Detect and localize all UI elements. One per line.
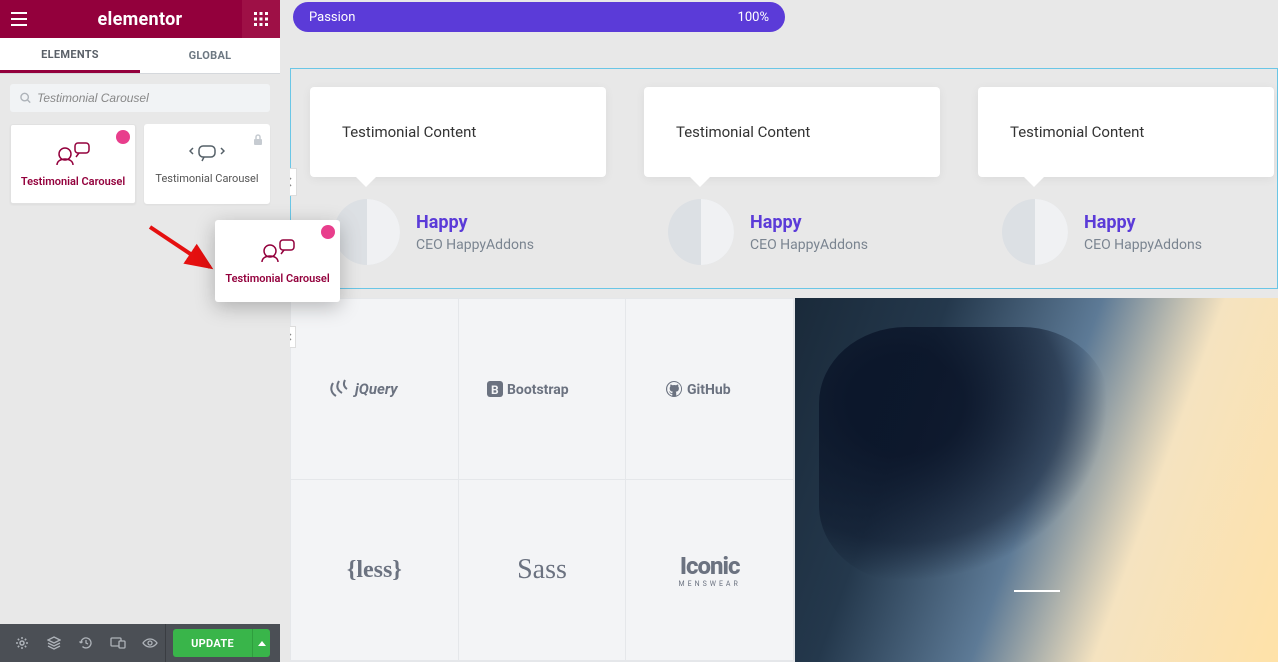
testimonial-carousel-icon xyxy=(55,141,91,167)
testimonial-role: CEO HappyAddons xyxy=(416,237,534,253)
logo-text: Iconic xyxy=(679,552,741,580)
testimonial-item: Testimonial Content Happy CEO HappyAddon… xyxy=(978,87,1274,265)
testimonial-content: Testimonial Content xyxy=(1010,123,1144,141)
widget-dragging-clone[interactable]: Testimonial Carousel xyxy=(215,220,340,302)
settings-button[interactable] xyxy=(6,624,38,662)
tab-global[interactable]: GLOBAL xyxy=(140,38,280,73)
svg-text:Bootstrap: Bootstrap xyxy=(507,382,569,398)
editor-sidebar: elementor ELEMENTS GLOBAL Testimonial Ca… xyxy=(0,0,280,662)
svg-text:GitHub: GitHub xyxy=(687,382,731,398)
avatar xyxy=(334,199,400,265)
svg-text:jQuery: jQuery xyxy=(353,380,398,398)
lock-icon xyxy=(253,131,263,150)
logo-github: GitHub xyxy=(626,299,794,480)
caret-up-icon xyxy=(258,641,266,646)
testimonial-role: CEO HappyAddons xyxy=(750,237,868,253)
testimonial-carousel-icon xyxy=(260,238,296,264)
logo-less: {less} xyxy=(291,480,459,661)
sidebar-footer: UPDATE xyxy=(0,624,280,662)
testimonial-name: Happy xyxy=(416,212,534,233)
testimonial-item: Testimonial Content Happy CEO HappyAddon… xyxy=(310,87,606,265)
responsive-icon xyxy=(110,637,126,649)
apps-grid-button[interactable] xyxy=(242,0,280,38)
search-input[interactable] xyxy=(37,91,260,105)
preview-pane: Passion 100% Testimonial Content Happy C… xyxy=(290,0,1278,662)
collapse-sidebar-button-2[interactable] xyxy=(290,326,296,348)
testimonial-person: Happy CEO HappyAddons xyxy=(334,199,606,265)
sidebar-body: Testimonial Carousel Testimonial Carouse… xyxy=(0,74,280,662)
hero-accent-line xyxy=(1014,590,1060,592)
apps-grid-icon xyxy=(254,12,268,26)
update-options-button[interactable] xyxy=(252,629,270,657)
testimonial-person: Happy CEO HappyAddons xyxy=(668,199,940,265)
testimonial-person: Happy CEO HappyAddons xyxy=(1002,199,1274,265)
collapse-sidebar-button[interactable] xyxy=(290,168,297,196)
sidebar-tabs: ELEMENTS GLOBAL xyxy=(0,38,280,74)
widget-search[interactable] xyxy=(10,84,270,112)
testimonial-role: CEO HappyAddons xyxy=(1084,237,1202,253)
logo-subtext: MENSWEAR xyxy=(679,580,741,588)
testimonial-name: Happy xyxy=(1084,212,1202,233)
avatar xyxy=(1002,199,1068,265)
chevron-left-icon xyxy=(290,177,292,187)
progress-label: Passion xyxy=(309,10,355,25)
widget-label: Testimonial Carousel xyxy=(225,272,329,285)
testimonial-item: Testimonial Content Happy CEO HappyAddon… xyxy=(644,87,940,265)
widget-testimonial-carousel-happy[interactable]: Testimonial Carousel xyxy=(10,124,136,204)
history-icon xyxy=(79,636,93,650)
logo-text: Sass xyxy=(517,554,567,586)
testimonial-content: Testimonial Content xyxy=(342,123,476,141)
testimonial-name: Happy xyxy=(750,212,868,233)
widget-label: Testimonial Carousel xyxy=(155,172,258,185)
testimonial-card: Testimonial Content xyxy=(978,87,1274,177)
tab-elements[interactable]: ELEMENTS xyxy=(0,38,140,73)
svg-text:B: B xyxy=(491,383,499,397)
testimonial-card: Testimonial Content xyxy=(644,87,940,177)
logo-grid: jQuery B Bootstrap GitHub {less} Sass Ico… xyxy=(290,298,795,662)
logo-section: jQuery B Bootstrap GitHub {less} Sass Ico… xyxy=(290,298,1278,662)
testimonial-card: Testimonial Content xyxy=(310,87,606,177)
logo-jquery: jQuery xyxy=(291,299,459,480)
hamburger-icon xyxy=(11,12,27,26)
chevron-left-icon xyxy=(290,333,292,341)
logo-iconic: Iconic MENSWEAR xyxy=(626,480,794,661)
progress-value: 100% xyxy=(738,10,769,25)
preview-button[interactable] xyxy=(134,624,166,662)
hamburger-menu-button[interactable] xyxy=(0,0,38,38)
testimonial-content: Testimonial Content xyxy=(676,123,810,141)
search-icon xyxy=(20,92,31,104)
navigator-button[interactable] xyxy=(38,624,70,662)
widget-label: Testimonial Carousel xyxy=(21,175,125,188)
update-button[interactable]: UPDATE xyxy=(173,629,252,657)
widget-results: Testimonial Carousel Testimonial Carouse… xyxy=(10,124,270,204)
layers-icon xyxy=(47,636,61,650)
eye-icon xyxy=(142,638,158,648)
testimonial-carousel-section[interactable]: Testimonial Content Happy CEO HappyAddon… xyxy=(310,87,1274,265)
avatar xyxy=(668,199,734,265)
testimonial-carousel-icon xyxy=(189,144,225,164)
widget-testimonial-carousel-pro[interactable]: Testimonial Carousel xyxy=(144,124,270,204)
gear-icon xyxy=(15,636,29,650)
app-title: elementor xyxy=(98,9,183,30)
logo-text: {less} xyxy=(347,557,402,584)
logo-bootstrap: B Bootstrap xyxy=(459,299,627,480)
logo-sass: Sass xyxy=(459,480,627,661)
hero-image xyxy=(795,298,1278,662)
history-button[interactable] xyxy=(70,624,102,662)
sidebar-header: elementor xyxy=(0,0,280,38)
progress-bar-widget[interactable]: Passion 100% xyxy=(293,2,785,32)
responsive-button[interactable] xyxy=(102,624,134,662)
